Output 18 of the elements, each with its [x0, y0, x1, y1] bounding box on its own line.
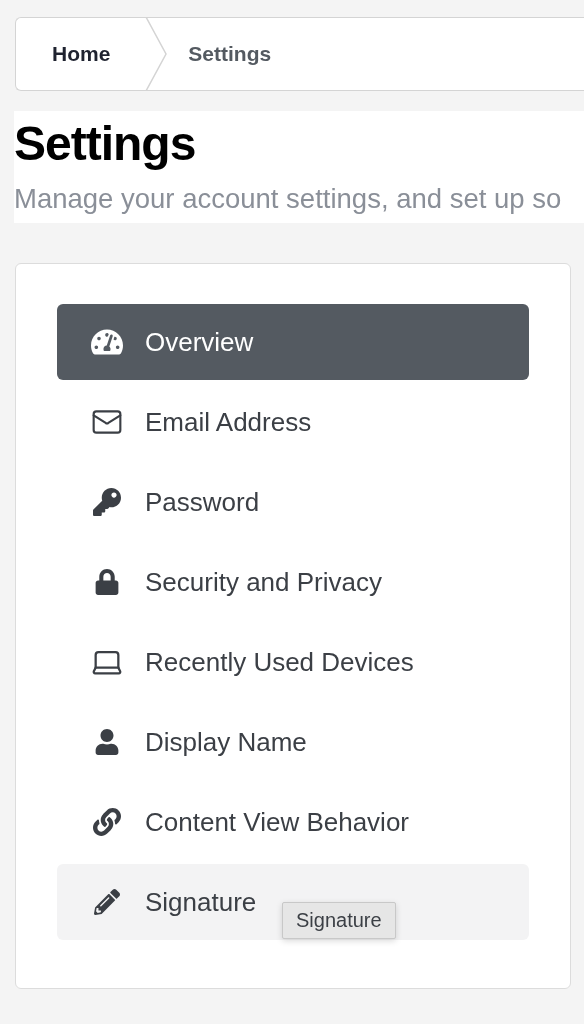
page-title: Settings [14, 116, 197, 172]
tooltip: Signature [282, 902, 396, 939]
menu-item[interactable]: Email Address [57, 384, 529, 460]
user-icon [94, 729, 120, 755]
page-subtitle: Manage your account settings, and set up so [14, 182, 563, 216]
link-icon [93, 808, 121, 836]
menu-item[interactable]: Overview [57, 304, 529, 380]
menu-item[interactable]: Password [57, 464, 529, 540]
menu-item[interactable]: Content View Behavior [57, 784, 529, 860]
menu-item[interactable]: Security and Privacy [57, 544, 529, 620]
menu-item[interactable]: Signature Signature [57, 864, 529, 940]
breadcrumb-link[interactable]: Home [16, 42, 145, 66]
lock-icon [94, 569, 120, 595]
breadcrumb-link[interactable]: Settings [168, 42, 272, 66]
menu-item[interactable]: Display Name [57, 704, 529, 780]
key-icon [93, 488, 121, 516]
menu-item[interactable]: Recently Used Devices [57, 624, 529, 700]
pencil-icon [94, 889, 120, 915]
